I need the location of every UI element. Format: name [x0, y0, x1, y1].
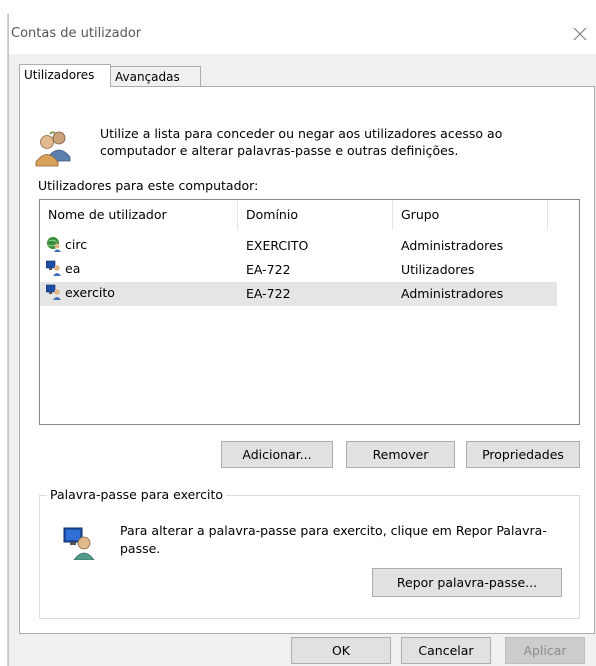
password-group-legend: Palavra-passe para exercito	[47, 487, 227, 502]
users-listview[interactable]: Nome de utilizador Domínio Grupo circ EX…	[39, 199, 580, 425]
password-instructions: Para alterar a palavra-passe para exerci…	[120, 523, 547, 556]
tab-utilizadores[interactable]: Utilizadores	[19, 64, 111, 87]
background-window-strip	[0, 0, 596, 14]
user-accounts-dialog: Contas de utilizador Utilizadores Avança…	[8, 14, 596, 666]
local-user-icon	[46, 284, 61, 300]
domain-user-icon	[47, 237, 61, 252]
user-group: Administradores	[401, 286, 504, 301]
title-bar: Contas de utilizador	[9, 14, 596, 54]
user-group: Utilizadores	[401, 262, 475, 277]
intro-text: Utilize a lista para conceder ou negar a…	[100, 126, 503, 158]
ok-button[interactable]: OK	[291, 637, 391, 664]
remove-user-button[interactable]: Remover	[346, 441, 455, 468]
cancel-button[interactable]: Cancelar	[401, 637, 491, 664]
user-domain: EXERCITO	[246, 238, 309, 253]
user-name: circ	[65, 236, 88, 252]
apply-button[interactable]: Aplicar	[505, 637, 585, 664]
user-domain: EA-722	[246, 286, 291, 301]
users-group-icon	[34, 127, 74, 170]
tab-avancadas[interactable]: Avançadas	[111, 66, 201, 86]
user-group: Administradores	[401, 238, 504, 253]
users-list-label: Utilizadores para este computador:	[38, 178, 259, 193]
user-name: exercito	[65, 284, 115, 300]
user-name: ea	[65, 260, 81, 276]
close-icon	[573, 27, 587, 41]
table-row-selected[interactable]: exercito EA-722 Administradores	[40, 282, 557, 306]
user-password-icon	[62, 526, 96, 563]
background-window-edge	[0, 14, 8, 666]
user-domain: EA-722	[246, 262, 291, 277]
window-title: Contas de utilizador	[11, 26, 142, 41]
table-row[interactable]: ea EA-722 Utilizadores	[40, 258, 557, 282]
column-header-username[interactable]: Nome de utilizador	[40, 200, 238, 230]
password-groupbox: Palavra-passe para exercito Para alterar…	[39, 487, 580, 619]
close-button[interactable]	[563, 14, 596, 54]
table-row[interactable]: circ EXERCITO Administradores	[40, 234, 557, 258]
add-user-button[interactable]: Adicionar...	[221, 441, 333, 468]
reset-password-button[interactable]: Repor palavra-passe...	[372, 568, 562, 597]
users-tab-panel: Utilize a lista para conceder ou negar a…	[19, 86, 595, 634]
column-header-domain[interactable]: Domínio	[238, 200, 393, 230]
local-user-icon	[46, 260, 61, 276]
listview-header: Nome de utilizador Domínio Grupo	[40, 200, 579, 230]
column-header-group[interactable]: Grupo	[393, 200, 548, 230]
properties-button[interactable]: Propriedades	[466, 441, 580, 468]
